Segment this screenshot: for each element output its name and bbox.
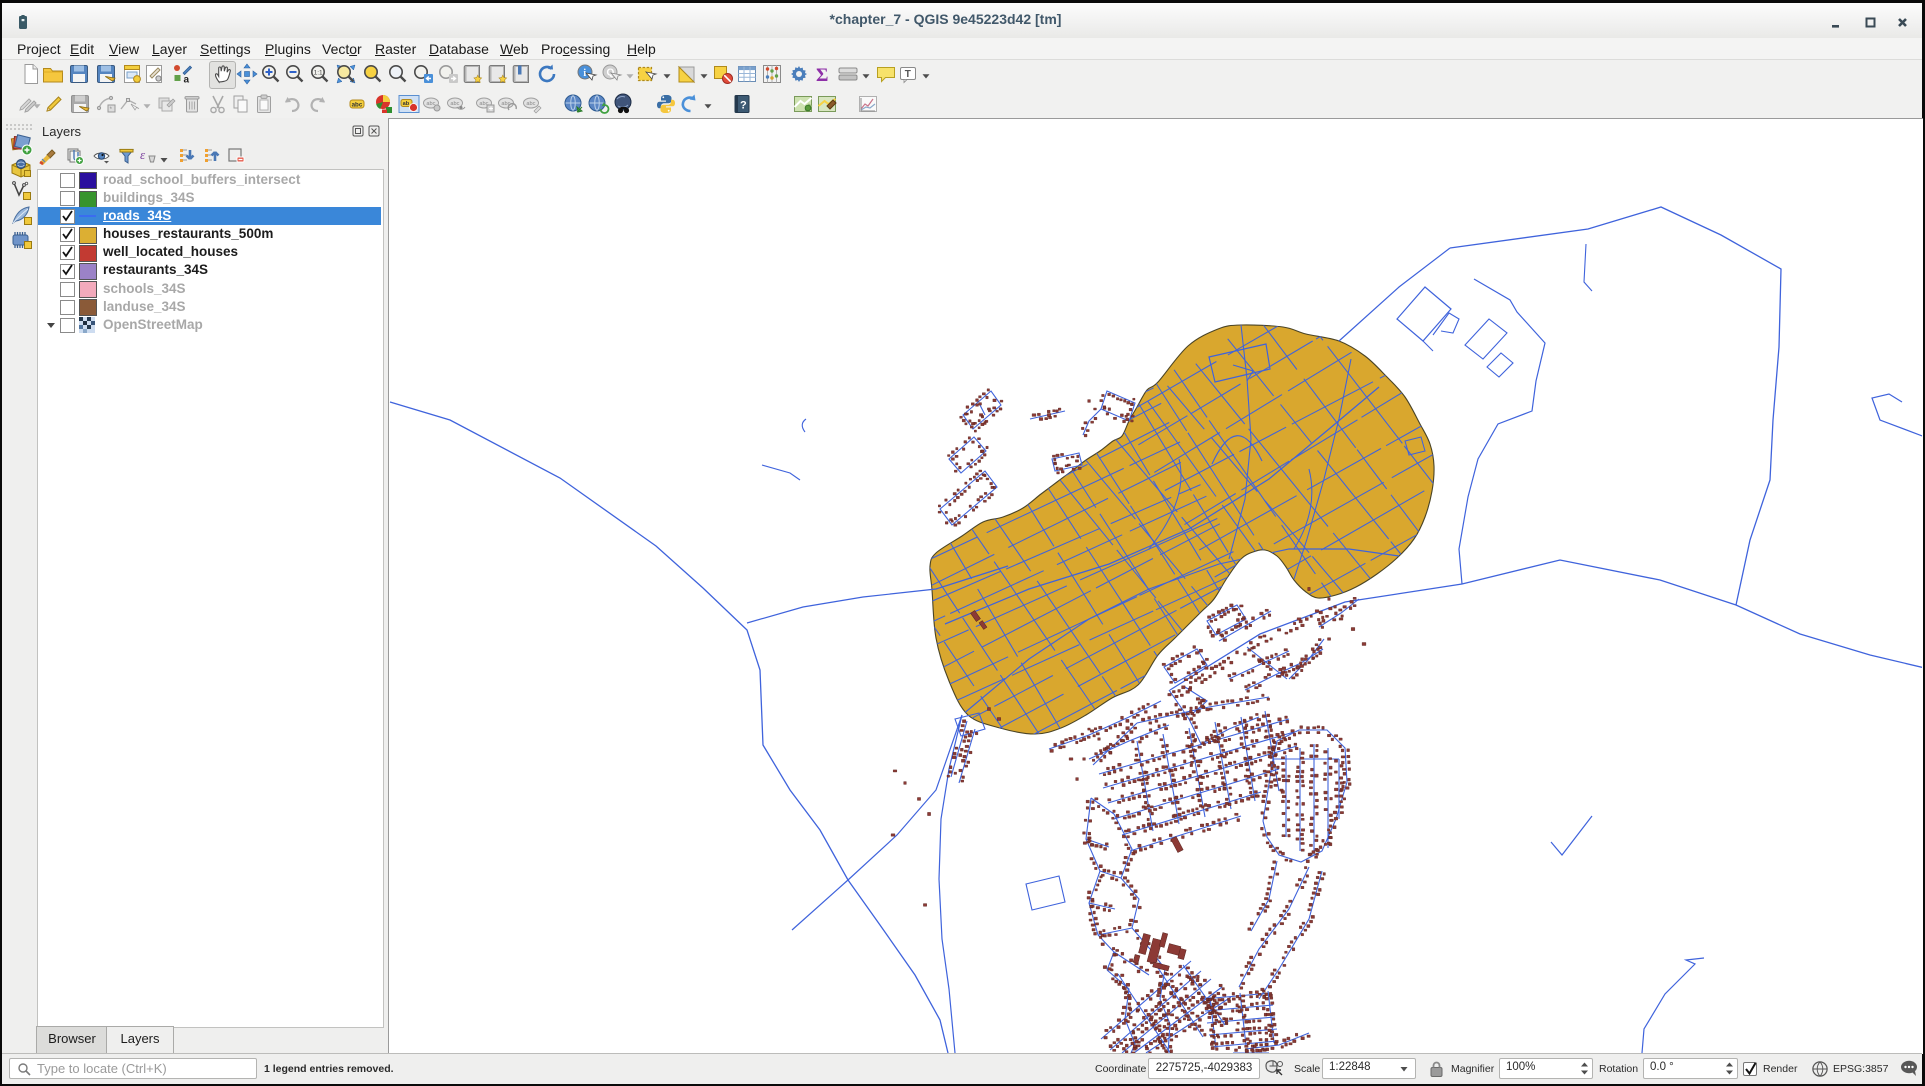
svg-text:?: ? <box>740 100 747 112</box>
svg-text:1:1: 1:1 <box>314 70 323 77</box>
svg-text:ε: ε <box>140 147 146 162</box>
svg-text:abc: abc <box>526 101 535 107</box>
svg-text:a: a <box>184 75 190 86</box>
svg-text:Σ: Σ <box>816 65 828 86</box>
svg-text:T: T <box>905 69 911 80</box>
svg-text:ab: ab <box>403 101 410 107</box>
svg-text:abc: abc <box>450 101 459 107</box>
svg-text:abc: abc <box>352 101 363 108</box>
